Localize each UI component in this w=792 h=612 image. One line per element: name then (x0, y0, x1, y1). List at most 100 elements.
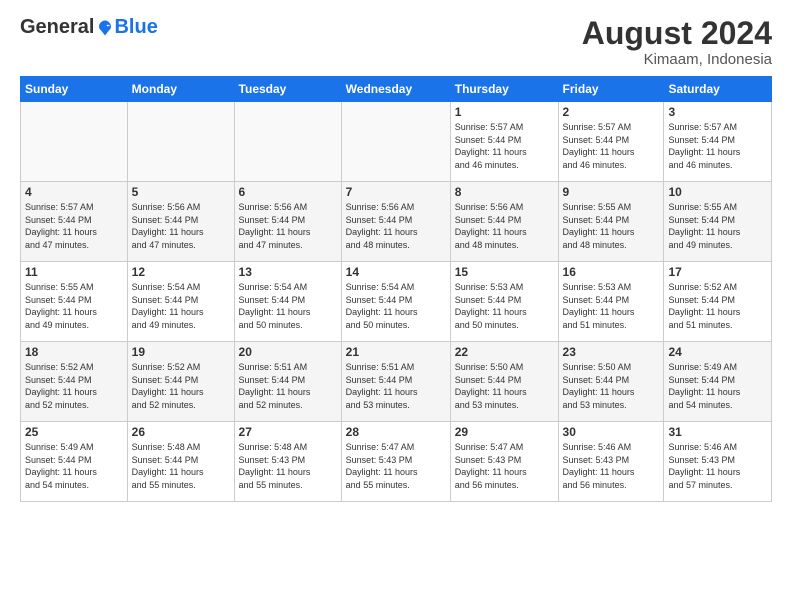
day-number: 23 (563, 345, 660, 359)
day-info: Sunrise: 5:55 AM Sunset: 5:44 PM Dayligh… (563, 201, 660, 251)
calendar-header-row: Sunday Monday Tuesday Wednesday Thursday… (21, 77, 772, 102)
table-row (127, 102, 234, 182)
day-number: 8 (455, 185, 554, 199)
location-subtitle: Kimaam, Indonesia (582, 51, 772, 68)
table-row: 20 Sunrise: 5:51 AM Sunset: 5:44 PM Dayli… (234, 342, 341, 422)
day-info: Sunrise: 5:50 AM Sunset: 5:44 PM Dayligh… (455, 361, 554, 411)
day-info: Sunrise: 5:56 AM Sunset: 5:44 PM Dayligh… (239, 201, 337, 251)
table-row: 17Sunrise: 5:52 AM Sunset: 5:44 PM Dayli… (664, 262, 772, 342)
day-number: 12 (132, 265, 230, 279)
day-number: 28 (346, 425, 446, 439)
table-row: 4 Sunrise: 5:57 AM Sunset: 5:44 PM Daylig… (21, 182, 128, 262)
day-number: 13 (239, 265, 337, 279)
day-number: 4 (25, 185, 123, 199)
day-number: 2 (563, 105, 660, 119)
table-row: 23 Sunrise: 5:50 AM Sunset: 5:44 PM Dayli… (558, 342, 664, 422)
day-info: Sunrise: 5:56 AM Sunset: 5:44 PM Dayligh… (132, 201, 230, 251)
table-row: 21 Sunrise: 5:51 AM Sunset: 5:44 PM Dayli… (341, 342, 450, 422)
day-info: Sunrise: 5:56 AM Sunset: 5:44 PM Dayligh… (455, 201, 554, 251)
table-row: 10 Sunrise: 5:55 AM Sunset: 5:44 PM Dayli… (664, 182, 772, 262)
day-info: Sunrise: 5:51 AM Sunset: 5:44 PM Dayligh… (346, 361, 446, 411)
day-number: 9 (563, 185, 660, 199)
day-info: Sunrise: 5:51 AM Sunset: 5:44 PM Dayligh… (239, 361, 337, 411)
table-row: 16Sunrise: 5:53 AM Sunset: 5:44 PM Dayli… (558, 262, 664, 342)
table-row: 5Sunrise: 5:56 AM Sunset: 5:44 PM Daylig… (127, 182, 234, 262)
table-row: 2 Sunrise: 5:57 AM Sunset: 5:44 PM Daylig… (558, 102, 664, 182)
day-info: Sunrise: 5:52 AM Sunset: 5:44 PM Dayligh… (25, 361, 123, 411)
table-row: 26 Sunrise: 5:48 AM Sunset: 5:44 PM Dayli… (127, 422, 234, 502)
table-row: 15Sunrise: 5:53 AM Sunset: 5:44 PM Dayli… (450, 262, 558, 342)
day-number: 24 (668, 345, 767, 359)
day-number: 6 (239, 185, 337, 199)
day-number: 1 (455, 105, 554, 119)
day-number: 26 (132, 425, 230, 439)
calendar-week-row: 4 Sunrise: 5:57 AM Sunset: 5:44 PM Daylig… (21, 182, 772, 262)
day-info: Sunrise: 5:49 AM Sunset: 5:44 PM Dayligh… (668, 361, 767, 411)
calendar-week-row: 11Sunrise: 5:55 AM Sunset: 5:44 PM Dayli… (21, 262, 772, 342)
title-area: August 2024 Kimaam, Indonesia (582, 16, 772, 68)
day-number: 16 (563, 265, 660, 279)
day-number: 10 (668, 185, 767, 199)
table-row: 14 Sunrise: 5:54 AM Sunset: 5:44 PM Dayli… (341, 262, 450, 342)
day-number: 14 (346, 265, 446, 279)
table-row: 29 Sunrise: 5:47 AM Sunset: 5:43 PM Dayli… (450, 422, 558, 502)
day-number: 11 (25, 265, 123, 279)
day-info: Sunrise: 5:50 AM Sunset: 5:44 PM Dayligh… (563, 361, 660, 411)
table-row: 7 Sunrise: 5:56 AM Sunset: 5:44 PM Daylig… (341, 182, 450, 262)
calendar-week-row: 25 Sunrise: 5:49 AM Sunset: 5:44 PM Dayli… (21, 422, 772, 502)
table-row: 28 Sunrise: 5:47 AM Sunset: 5:43 PM Dayli… (341, 422, 450, 502)
day-info: Sunrise: 5:47 AM Sunset: 5:43 PM Dayligh… (346, 441, 446, 491)
day-info: Sunrise: 5:57 AM Sunset: 5:44 PM Dayligh… (455, 121, 554, 171)
day-number: 17 (668, 265, 767, 279)
table-row: 18 Sunrise: 5:52 AM Sunset: 5:44 PM Dayli… (21, 342, 128, 422)
col-sunday: Sunday (21, 77, 128, 102)
col-saturday: Saturday (664, 77, 772, 102)
month-year-title: August 2024 (582, 16, 772, 51)
day-info: Sunrise: 5:49 AM Sunset: 5:44 PM Dayligh… (25, 441, 123, 491)
day-number: 27 (239, 425, 337, 439)
col-monday: Monday (127, 77, 234, 102)
table-row: 12Sunrise: 5:54 AM Sunset: 5:44 PM Dayli… (127, 262, 234, 342)
day-number: 25 (25, 425, 123, 439)
day-info: Sunrise: 5:55 AM Sunset: 5:44 PM Dayligh… (668, 201, 767, 251)
table-row (21, 102, 128, 182)
table-row: 31 Sunrise: 5:46 AM Sunset: 5:43 PM Dayli… (664, 422, 772, 502)
day-number: 21 (346, 345, 446, 359)
day-number: 29 (455, 425, 554, 439)
day-info: Sunrise: 5:48 AM Sunset: 5:44 PM Dayligh… (132, 441, 230, 491)
day-number: 20 (239, 345, 337, 359)
logo: General Blue (20, 16, 158, 39)
day-info: Sunrise: 5:53 AM Sunset: 5:44 PM Dayligh… (455, 281, 554, 331)
table-row: 11Sunrise: 5:55 AM Sunset: 5:44 PM Dayli… (21, 262, 128, 342)
day-number: 7 (346, 185, 446, 199)
day-number: 19 (132, 345, 230, 359)
day-number: 3 (668, 105, 767, 119)
col-friday: Friday (558, 77, 664, 102)
table-row: 6 Sunrise: 5:56 AM Sunset: 5:44 PM Daylig… (234, 182, 341, 262)
header: General Blue August 2024 Kimaam, Indones… (20, 16, 772, 68)
table-row: 8 Sunrise: 5:56 AM Sunset: 5:44 PM Daylig… (450, 182, 558, 262)
day-info: Sunrise: 5:56 AM Sunset: 5:44 PM Dayligh… (346, 201, 446, 251)
day-number: 22 (455, 345, 554, 359)
day-info: Sunrise: 5:54 AM Sunset: 5:44 PM Dayligh… (346, 281, 446, 331)
day-number: 18 (25, 345, 123, 359)
col-wednesday: Wednesday (341, 77, 450, 102)
logo-bird-icon (96, 19, 114, 37)
logo-blue-text: Blue (114, 16, 157, 39)
table-row: 27Sunrise: 5:48 AM Sunset: 5:43 PM Dayli… (234, 422, 341, 502)
day-number: 31 (668, 425, 767, 439)
table-row: 22 Sunrise: 5:50 AM Sunset: 5:44 PM Dayli… (450, 342, 558, 422)
day-info: Sunrise: 5:57 AM Sunset: 5:44 PM Dayligh… (25, 201, 123, 251)
table-row: 19Sunrise: 5:52 AM Sunset: 5:44 PM Dayli… (127, 342, 234, 422)
col-thursday: Thursday (450, 77, 558, 102)
day-info: Sunrise: 5:57 AM Sunset: 5:44 PM Dayligh… (563, 121, 660, 171)
day-info: Sunrise: 5:47 AM Sunset: 5:43 PM Dayligh… (455, 441, 554, 491)
day-info: Sunrise: 5:54 AM Sunset: 5:44 PM Dayligh… (239, 281, 337, 331)
calendar-week-row: 18 Sunrise: 5:52 AM Sunset: 5:44 PM Dayli… (21, 342, 772, 422)
table-row: 25 Sunrise: 5:49 AM Sunset: 5:44 PM Dayli… (21, 422, 128, 502)
col-tuesday: Tuesday (234, 77, 341, 102)
day-info: Sunrise: 5:46 AM Sunset: 5:43 PM Dayligh… (668, 441, 767, 491)
page: General Blue August 2024 Kimaam, Indones… (0, 0, 792, 612)
table-row (234, 102, 341, 182)
table-row: 30Sunrise: 5:46 AM Sunset: 5:43 PM Dayli… (558, 422, 664, 502)
